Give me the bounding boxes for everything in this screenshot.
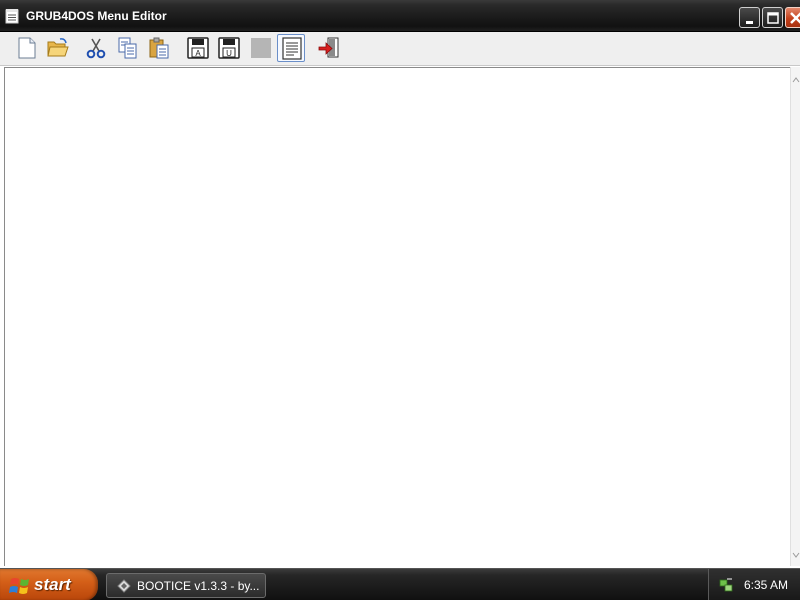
window-title: GRUB4DOS Menu Editor bbox=[26, 9, 167, 23]
maximize-button[interactable] bbox=[762, 7, 783, 28]
floppy-disk-icon: U bbox=[218, 37, 240, 59]
new-file-button[interactable] bbox=[13, 34, 41, 62]
notepad-icon bbox=[5, 8, 19, 24]
minimize-icon bbox=[746, 21, 753, 24]
scissors-icon bbox=[86, 38, 106, 59]
exit-door-icon bbox=[318, 37, 339, 58]
taskbar: start BOOTICE v1.3.3 - by... 6:35 AM bbox=[0, 568, 800, 600]
scroll-up-icon[interactable] bbox=[792, 75, 800, 85]
disabled-button[interactable] bbox=[247, 34, 275, 62]
taskbar-item-bootice[interactable]: BOOTICE v1.3.3 - by... bbox=[106, 573, 266, 598]
cut-button[interactable] bbox=[82, 34, 110, 62]
blank-icon bbox=[251, 38, 271, 58]
paste-icon bbox=[149, 37, 169, 59]
start-label: start bbox=[34, 575, 71, 594]
word-wrap-button[interactable] bbox=[277, 34, 305, 62]
minimize-button[interactable] bbox=[739, 7, 760, 28]
system-tray: 6:35 AM bbox=[708, 569, 800, 600]
title-bar[interactable]: GRUB4DOS Menu Editor bbox=[0, 0, 800, 32]
taskbar-item-label: BOOTICE v1.3.3 - by... bbox=[137, 579, 260, 593]
scroll-down-icon[interactable] bbox=[792, 550, 800, 560]
menu-text-editor[interactable] bbox=[4, 67, 790, 566]
svg-text:A: A bbox=[195, 49, 201, 58]
bootice-icon bbox=[117, 579, 131, 593]
close-icon bbox=[790, 12, 800, 24]
svg-text:U: U bbox=[226, 49, 232, 58]
maximize-icon bbox=[767, 12, 779, 24]
save-unicode-button[interactable]: U bbox=[215, 34, 243, 62]
start-button[interactable]: start bbox=[0, 569, 98, 600]
vertical-scrollbar[interactable] bbox=[790, 67, 800, 566]
windows-logo-icon bbox=[9, 578, 29, 594]
open-folder-button[interactable] bbox=[44, 34, 72, 62]
screen: GRUB4DOS Menu Editor A U start BOOTICE v… bbox=[0, 0, 800, 600]
new-file-icon bbox=[18, 37, 36, 59]
exit-button[interactable] bbox=[315, 34, 343, 62]
copy-button[interactable] bbox=[114, 34, 142, 62]
copy-icon bbox=[118, 37, 137, 59]
save-ansi-button[interactable]: A bbox=[184, 34, 212, 62]
close-button[interactable] bbox=[785, 7, 800, 28]
paste-button[interactable] bbox=[145, 34, 173, 62]
open-folder-icon bbox=[47, 38, 69, 57]
clock[interactable]: 6:35 AM bbox=[744, 578, 788, 592]
floppy-disk-icon: A bbox=[187, 37, 209, 59]
document-icon bbox=[282, 37, 302, 60]
network-icon[interactable] bbox=[718, 577, 734, 593]
toolbar: A U bbox=[0, 32, 800, 66]
